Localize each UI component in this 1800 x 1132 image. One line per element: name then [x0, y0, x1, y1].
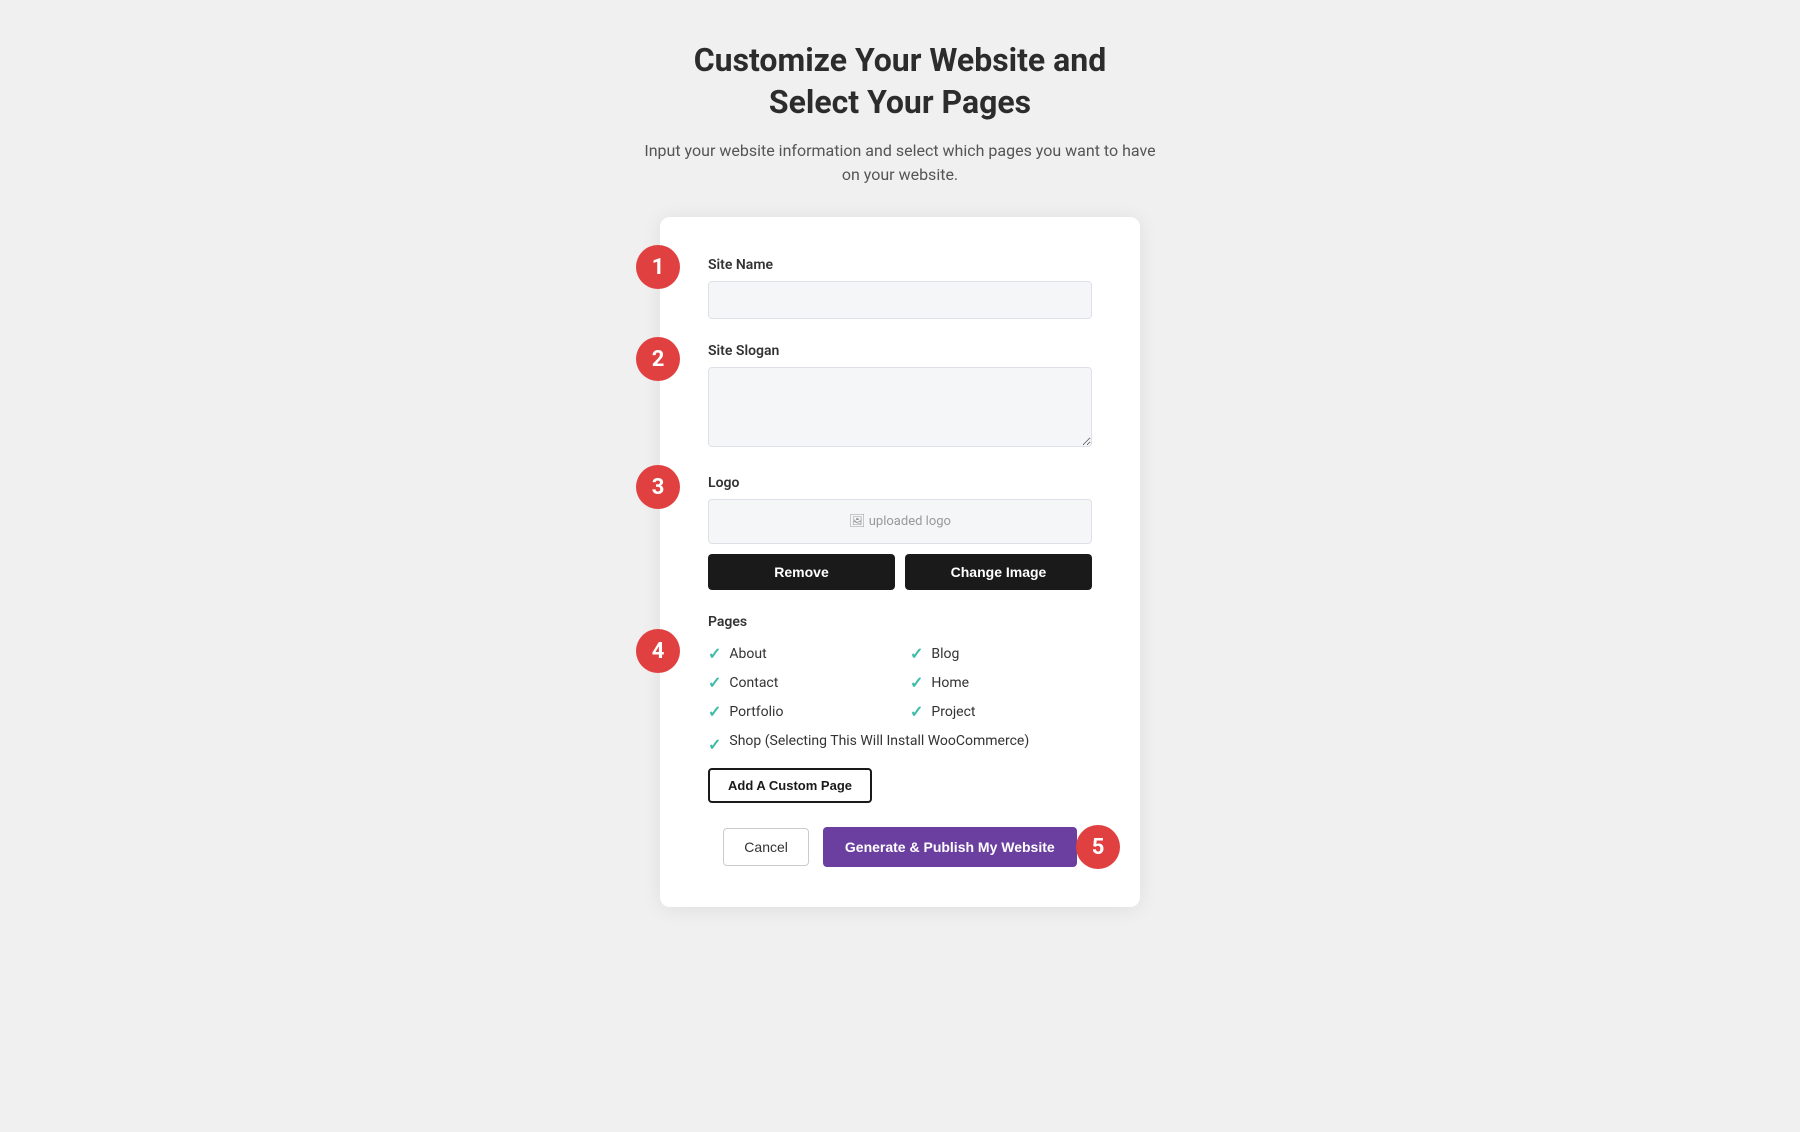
check-portfolio-icon: ✓: [708, 702, 721, 721]
page-portfolio-label: Portfolio: [729, 704, 783, 720]
step-4-badge: 4: [636, 629, 680, 673]
form-card: 1 Site Name 2 Site Slogan 3 Logo 🖼 uploa…: [660, 217, 1140, 907]
logo-label: Logo: [708, 475, 1092, 491]
page-item-contact[interactable]: ✓ Contact: [708, 673, 890, 692]
generate-publish-button[interactable]: Generate & Publish My Website: [823, 827, 1077, 867]
page-home-label: Home: [931, 675, 969, 691]
page-shop-label: Shop (Selecting This Will Install WooCom…: [729, 733, 1029, 749]
page-item-portfolio[interactable]: ✓ Portfolio: [708, 702, 890, 721]
site-name-input[interactable]: [708, 281, 1092, 319]
page-about-label: About: [729, 646, 766, 662]
check-contact-icon: ✓: [708, 673, 721, 692]
logo-buttons: Remove Change Image: [708, 554, 1092, 590]
page-item-project[interactable]: ✓ Project: [910, 702, 1092, 721]
pages-label: Pages: [708, 614, 1092, 630]
site-name-label: Site Name: [708, 257, 1092, 273]
pages-grid: ✓ About ✓ Blog ✓ Contact ✓ Home ✓ Port: [708, 644, 1092, 754]
site-slogan-input[interactable]: [708, 367, 1092, 447]
check-blog-icon: ✓: [910, 644, 923, 663]
page-blog-label: Blog: [931, 646, 959, 662]
site-slogan-group: Site Slogan: [708, 343, 1092, 451]
page-title: Customize Your Website andSelect Your Pa…: [644, 40, 1155, 123]
check-shop-icon: ✓: [708, 735, 721, 754]
remove-logo-button[interactable]: Remove: [708, 554, 895, 590]
page-item-shop[interactable]: ✓ Shop (Selecting This Will Install WooC…: [708, 733, 1092, 754]
cancel-button[interactable]: Cancel: [723, 828, 809, 866]
logo-preview-text: 🖼 uploaded logo: [849, 514, 951, 529]
form-wrapper: 1 Site Name 2 Site Slogan 3 Logo 🖼 uploa…: [660, 217, 1140, 907]
step-5-badge: 5: [1076, 825, 1120, 869]
site-slogan-label: Site Slogan: [708, 343, 1092, 359]
step-2-badge: 2: [636, 337, 680, 381]
page-item-home[interactable]: ✓ Home: [910, 673, 1092, 692]
form-footer: Cancel Generate & Publish My Website 5: [708, 827, 1092, 867]
check-about-icon: ✓: [708, 644, 721, 663]
page-item-blog[interactable]: ✓ Blog: [910, 644, 1092, 663]
page-header: Customize Your Website andSelect Your Pa…: [644, 40, 1155, 187]
check-home-icon: ✓: [910, 673, 923, 692]
page-project-label: Project: [931, 704, 975, 720]
step-1-badge: 1: [636, 245, 680, 289]
logo-preview: 🖼 uploaded logo: [708, 499, 1092, 544]
page-item-about[interactable]: ✓ About: [708, 644, 890, 663]
page-contact-label: Contact: [729, 675, 778, 691]
change-image-button[interactable]: Change Image: [905, 554, 1092, 590]
step-3-badge: 3: [636, 465, 680, 509]
add-custom-page-button[interactable]: Add A Custom Page: [708, 768, 872, 803]
logo-group: Logo 🖼 uploaded logo Remove Change Image: [708, 475, 1092, 590]
page-subtitle: Input your website information and selec…: [644, 139, 1155, 187]
site-name-group: Site Name: [708, 257, 1092, 319]
check-project-icon: ✓: [910, 702, 923, 721]
pages-section: Pages ✓ About ✓ Blog ✓ Contact ✓ Home: [708, 614, 1092, 803]
